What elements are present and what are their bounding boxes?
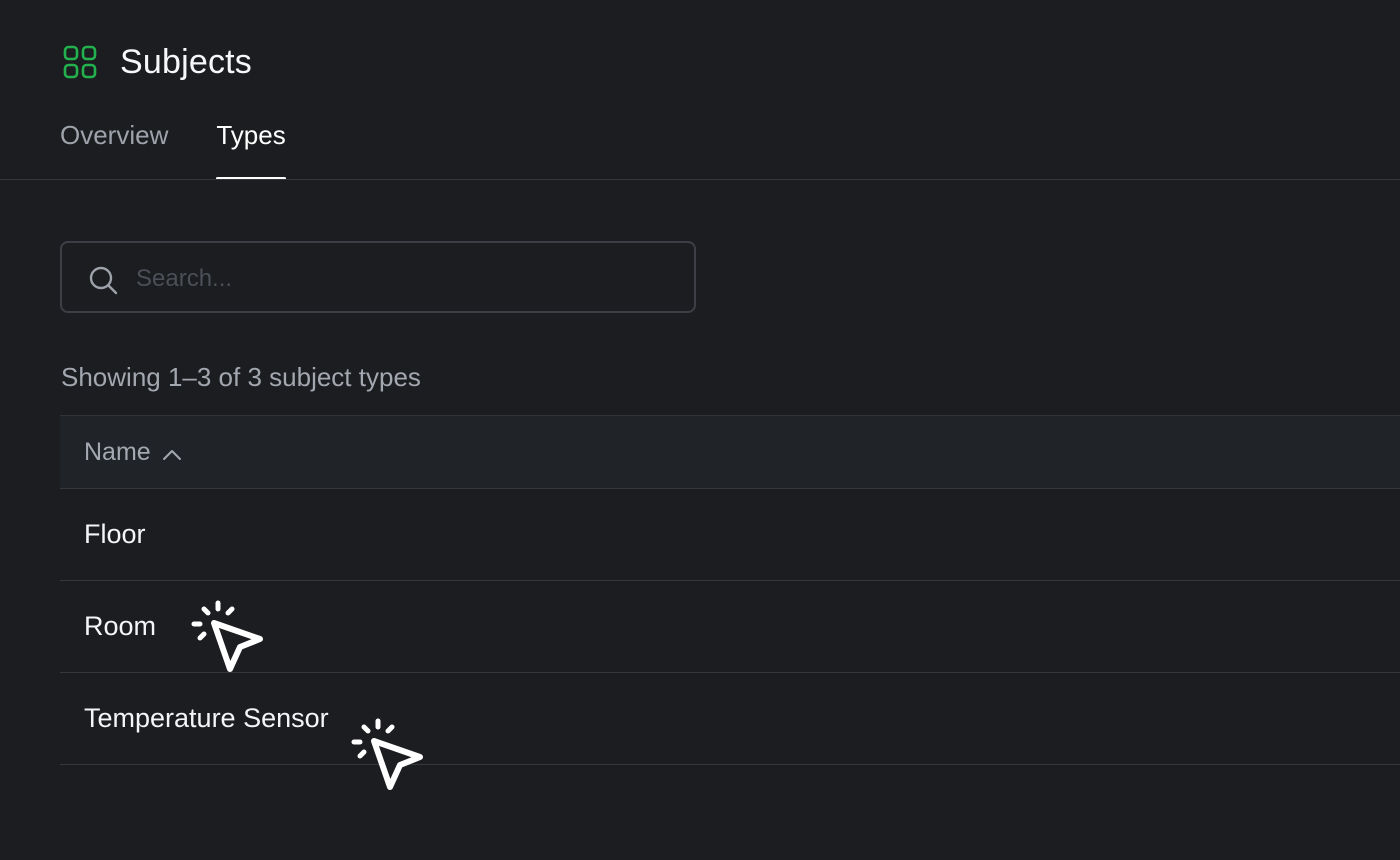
tab-bar: Overview Types (60, 120, 287, 180)
table-header-name[interactable]: Name (60, 415, 1400, 489)
table-row[interactable]: Temperature Sensor (60, 673, 1400, 765)
tabs-divider (0, 179, 1400, 180)
table-row[interactable]: Room (60, 581, 1400, 673)
tab-overview[interactable]: Overview (60, 120, 168, 180)
row-name-temperature-sensor: Temperature Sensor (84, 703, 329, 733)
results-summary: Showing 1–3 of 3 subject types (61, 362, 421, 392)
search-input[interactable] (134, 255, 678, 303)
table-row[interactable]: Floor (60, 489, 1400, 581)
row-name-room: Room (84, 611, 157, 641)
page-header: Subjects (60, 38, 252, 86)
sort-ascending-icon (162, 450, 181, 460)
subjects-grid-icon (63, 45, 97, 79)
page: Subjects Overview Types Showing 1–3 of 3… (0, 0, 1400, 860)
row-name-floor: Floor (84, 519, 146, 549)
subject-types-table: Name Floor Room Temperature Sensor (60, 415, 1400, 765)
search-box[interactable] (60, 241, 696, 313)
tab-types[interactable]: Types (216, 120, 287, 180)
search-icon (89, 266, 118, 295)
column-header-name: Name (84, 437, 151, 466)
page-title: Subjects (120, 42, 253, 81)
